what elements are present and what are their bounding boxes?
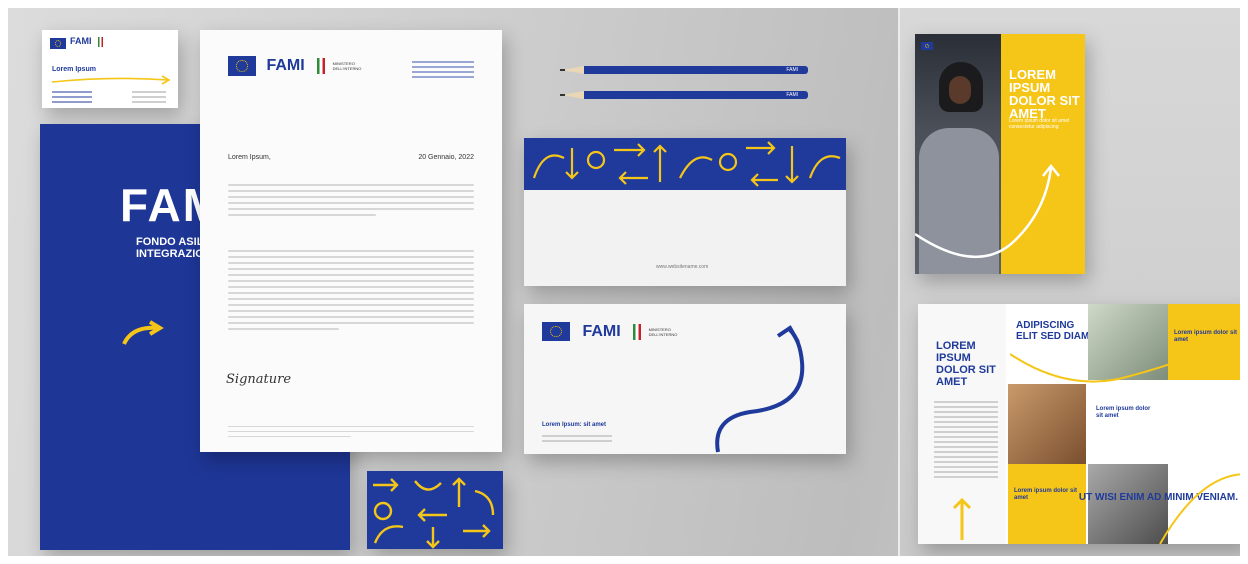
pencil-2: FAMI xyxy=(560,91,808,99)
letterhead-brand: FAMI xyxy=(266,57,305,74)
ministry-line2: DELL'INTERNO xyxy=(648,331,678,337)
white-arrow-icon xyxy=(915,163,1060,259)
business-card-name: Lorem Ipsum xyxy=(52,66,96,73)
yellow-curve-icon xyxy=(1010,333,1246,544)
letter-paragraph-1 xyxy=(228,180,474,220)
envelope-front: FAMI MINISTERO DELL'INTERNO Lorem Ipsum:… xyxy=(524,304,846,454)
eu-flag-icon xyxy=(50,38,66,49)
letterhead-paper: FAMI MINISTERO DELL'INTERNO Lorem Ipsum,… xyxy=(200,30,502,452)
arrow-pattern-icon xyxy=(373,477,495,549)
flyer-subtitle: Lorem ipsum dolor sit amet consectetur a… xyxy=(1009,118,1070,130)
business-card-contact-lines xyxy=(52,88,92,106)
pencil-label: FAMI xyxy=(786,92,798,98)
letter-date: 20 Gennaio, 2022 xyxy=(418,154,474,161)
letter-footer xyxy=(228,422,474,441)
person-face xyxy=(949,76,971,104)
business-card-brand: FAMI xyxy=(70,36,92,46)
italian-flag-icon xyxy=(98,37,103,47)
envelope-address-lines xyxy=(542,432,612,445)
eu-flag-icon xyxy=(542,322,570,341)
business-card: FAMI Lorem Ipsum xyxy=(42,30,178,108)
panel-divider xyxy=(898,0,900,564)
flyer-title: LOREM IPSUM DOLOR SIT AMET xyxy=(1009,67,1080,121)
signature: Signature xyxy=(226,372,292,387)
ministry-line2: DELL'INTERNO xyxy=(332,66,362,71)
envelope-url: www.websitename.com xyxy=(656,264,709,270)
flyer: LOREM IPSUM DOLOR SIT AMET Lorem ipsum d… xyxy=(915,34,1085,274)
envelope-back: www.websitename.com xyxy=(524,138,846,286)
pattern-card xyxy=(367,471,503,549)
blue-arrow-icon xyxy=(715,325,805,453)
yellow-arrow-icon xyxy=(51,75,171,85)
brochure-left-title: LOREM IPSUM DOLOR SIT AMET xyxy=(936,340,996,388)
brochure-left-text xyxy=(934,398,998,481)
yellow-up-arrow-icon xyxy=(952,497,972,540)
envelope-brand: FAMI xyxy=(582,322,621,340)
arrow-pattern-icon xyxy=(532,141,841,187)
letterhead-ministry: MINISTERO DELL'INTERNO xyxy=(333,61,362,71)
letterhead-contact xyxy=(412,58,474,81)
letter-paragraph-2 xyxy=(228,246,474,334)
pencil-1: FAMI xyxy=(560,66,808,74)
letter-salutation: Lorem Ipsum, xyxy=(228,154,271,161)
italian-flag-icon xyxy=(633,323,642,340)
envelope-ministry: MINISTERO DELL'INTERNO xyxy=(649,327,678,337)
envelope-logo: FAMI MINISTERO DELL'INTERNO xyxy=(542,322,677,341)
italian-flag-icon xyxy=(317,58,326,74)
envelope-address-title: Lorem Ipsum: sit amet xyxy=(542,422,607,428)
brochure: LOREM IPSUM DOLOR SIT AMET ADIPISCING EL… xyxy=(918,304,1246,544)
eu-flag-icon xyxy=(921,42,933,50)
business-card-address-lines xyxy=(132,88,166,106)
folder-arrow-icon xyxy=(122,320,164,345)
eu-flag-icon xyxy=(228,56,256,76)
stationery-mockup-scene: FAMI Lorem Ipsum FAMI FONDO ASILO M INTE… xyxy=(0,0,1248,564)
pencil-label: FAMI xyxy=(786,67,798,73)
envelope-pattern xyxy=(524,138,846,190)
letterhead-logo: FAMI MINISTERO DELL'INTERNO xyxy=(228,56,361,76)
